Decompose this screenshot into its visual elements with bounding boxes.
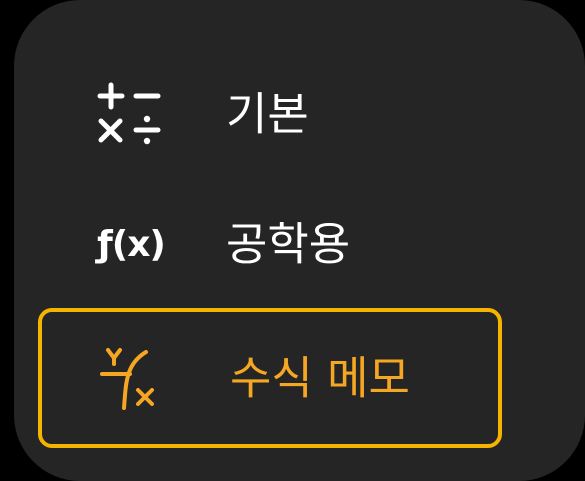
- calculator-mode-menu: 기본 ƒ(x) 공학용 수식 메모: [14, 0, 585, 481]
- menu-item-formula-memo[interactable]: 수식 메모: [38, 308, 502, 448]
- basic-operators-icon: [96, 82, 166, 146]
- menu-item-label: 기본: [226, 87, 309, 141]
- menu-item-scientific[interactable]: ƒ(x) 공학용: [38, 176, 502, 312]
- function-fx-icon: ƒ(x): [97, 223, 166, 265]
- menu-item-label: 공학용: [226, 217, 351, 271]
- menu-item-label: 수식 메모: [230, 351, 410, 405]
- menu-item-basic[interactable]: 기본: [38, 46, 502, 182]
- graph-xy-icon: [100, 346, 170, 410]
